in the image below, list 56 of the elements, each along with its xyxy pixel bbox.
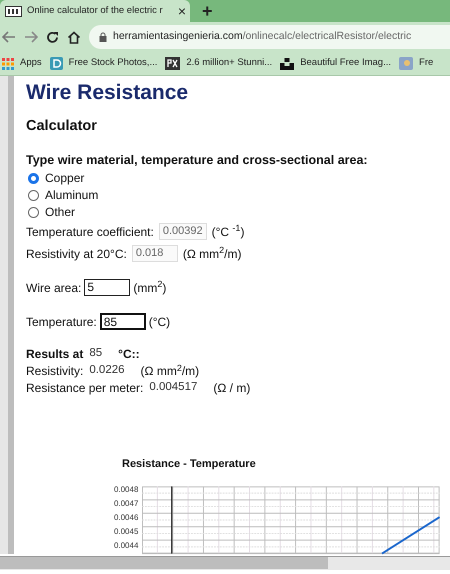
back-arrow-icon[interactable]	[2, 31, 16, 43]
temperature-input[interactable]: 85	[100, 313, 146, 330]
material-radio[interactable]: Copper	[26, 170, 84, 186]
bookmark-link[interactable]: Apps	[2, 56, 42, 71]
unit-text: (°C)	[148, 314, 170, 330]
y-axis-label: 0.0044	[114, 540, 138, 552]
result-value: 85	[89, 346, 102, 361]
results-label: Results at	[26, 346, 84, 362]
field-label: Wire area:	[26, 280, 82, 296]
apps-grid-icon	[2, 58, 14, 70]
lock-icon	[99, 32, 107, 42]
forward-arrow-icon[interactable]	[24, 31, 38, 43]
bookmark-link[interactable]: Beautiful Free Imag...	[280, 56, 392, 71]
instruction-text: Type wire material, temperature and cross-sectional area:	[26, 152, 369, 169]
close-tab-button[interactable]: ×	[178, 4, 186, 18]
field-label: Resistivity at 20°C:	[26, 246, 127, 262]
material-radio[interactable]: Other	[26, 204, 76, 220]
url-text: herramientasingenieria.com/onlinecalc/electricalResistor/electric	[113, 29, 412, 44]
unit-text: (Ω / m)	[213, 380, 250, 397]
y-axis-label: 0.0048	[114, 484, 138, 496]
page-title: Wire Resistance	[26, 80, 190, 106]
reload-icon[interactable]	[46, 30, 59, 44]
site-block-icon	[280, 58, 294, 70]
site-favicon-icon	[5, 6, 22, 16]
result-value: 0.0226	[89, 363, 125, 378]
wire-area-input[interactable]: 5	[84, 279, 130, 296]
home-icon[interactable]	[67, 30, 81, 44]
address-bar[interactable]: herramientasingenieria.com/onlinecalc/electricalResistor/electric	[89, 25, 450, 49]
result-value: 0.004517	[149, 380, 198, 396]
result-label: Resistance per meter:	[26, 380, 144, 397]
field-label: Temperature coefficient:	[26, 224, 154, 240]
unit-text: (mm$^{2}$)	[133, 278, 166, 296]
unit-text: (°C $^{-1}$)	[212, 222, 244, 240]
field-label: Temperature:	[26, 314, 97, 330]
site-image-icon	[399, 57, 414, 70]
resistivity-field: 0.018	[132, 245, 178, 262]
coefficient-field: 0.00392	[158, 223, 207, 240]
bookmark-link[interactable]: 2.6 million+ Stunni...	[165, 56, 272, 71]
site-px-icon	[165, 57, 180, 70]
y-axis-label: 0.0046	[114, 512, 138, 524]
tab-title: Online calculator of the electric r	[27, 4, 164, 18]
browser-tab[interactable]: Online calculator of the electric r ×	[0, 0, 190, 22]
horizontal-scrollbar[interactable]	[0, 556, 450, 570]
bookmark-link[interactable]: Fre	[399, 56, 434, 71]
bookmark-link[interactable]: Free Stock Photos,...	[50, 56, 158, 71]
section-heading: Calculator	[26, 117, 98, 136]
unit-text: °C::	[118, 346, 140, 362]
y-axis-label: 0.0045	[114, 526, 138, 538]
result-label: Resistivity:	[26, 363, 84, 380]
unit-text: (Ω mm$^{2}$/m)	[140, 362, 200, 380]
site-d-icon	[50, 57, 63, 70]
new-tab-button[interactable]: +	[202, 2, 213, 20]
material-radio[interactable]: Aluminum	[26, 186, 98, 204]
chart-title: Resistance - Temperature	[122, 457, 257, 472]
y-axis-label: 0.0047	[114, 498, 138, 510]
unit-text: (Ω mm$^{2}$/m)	[182, 244, 242, 262]
